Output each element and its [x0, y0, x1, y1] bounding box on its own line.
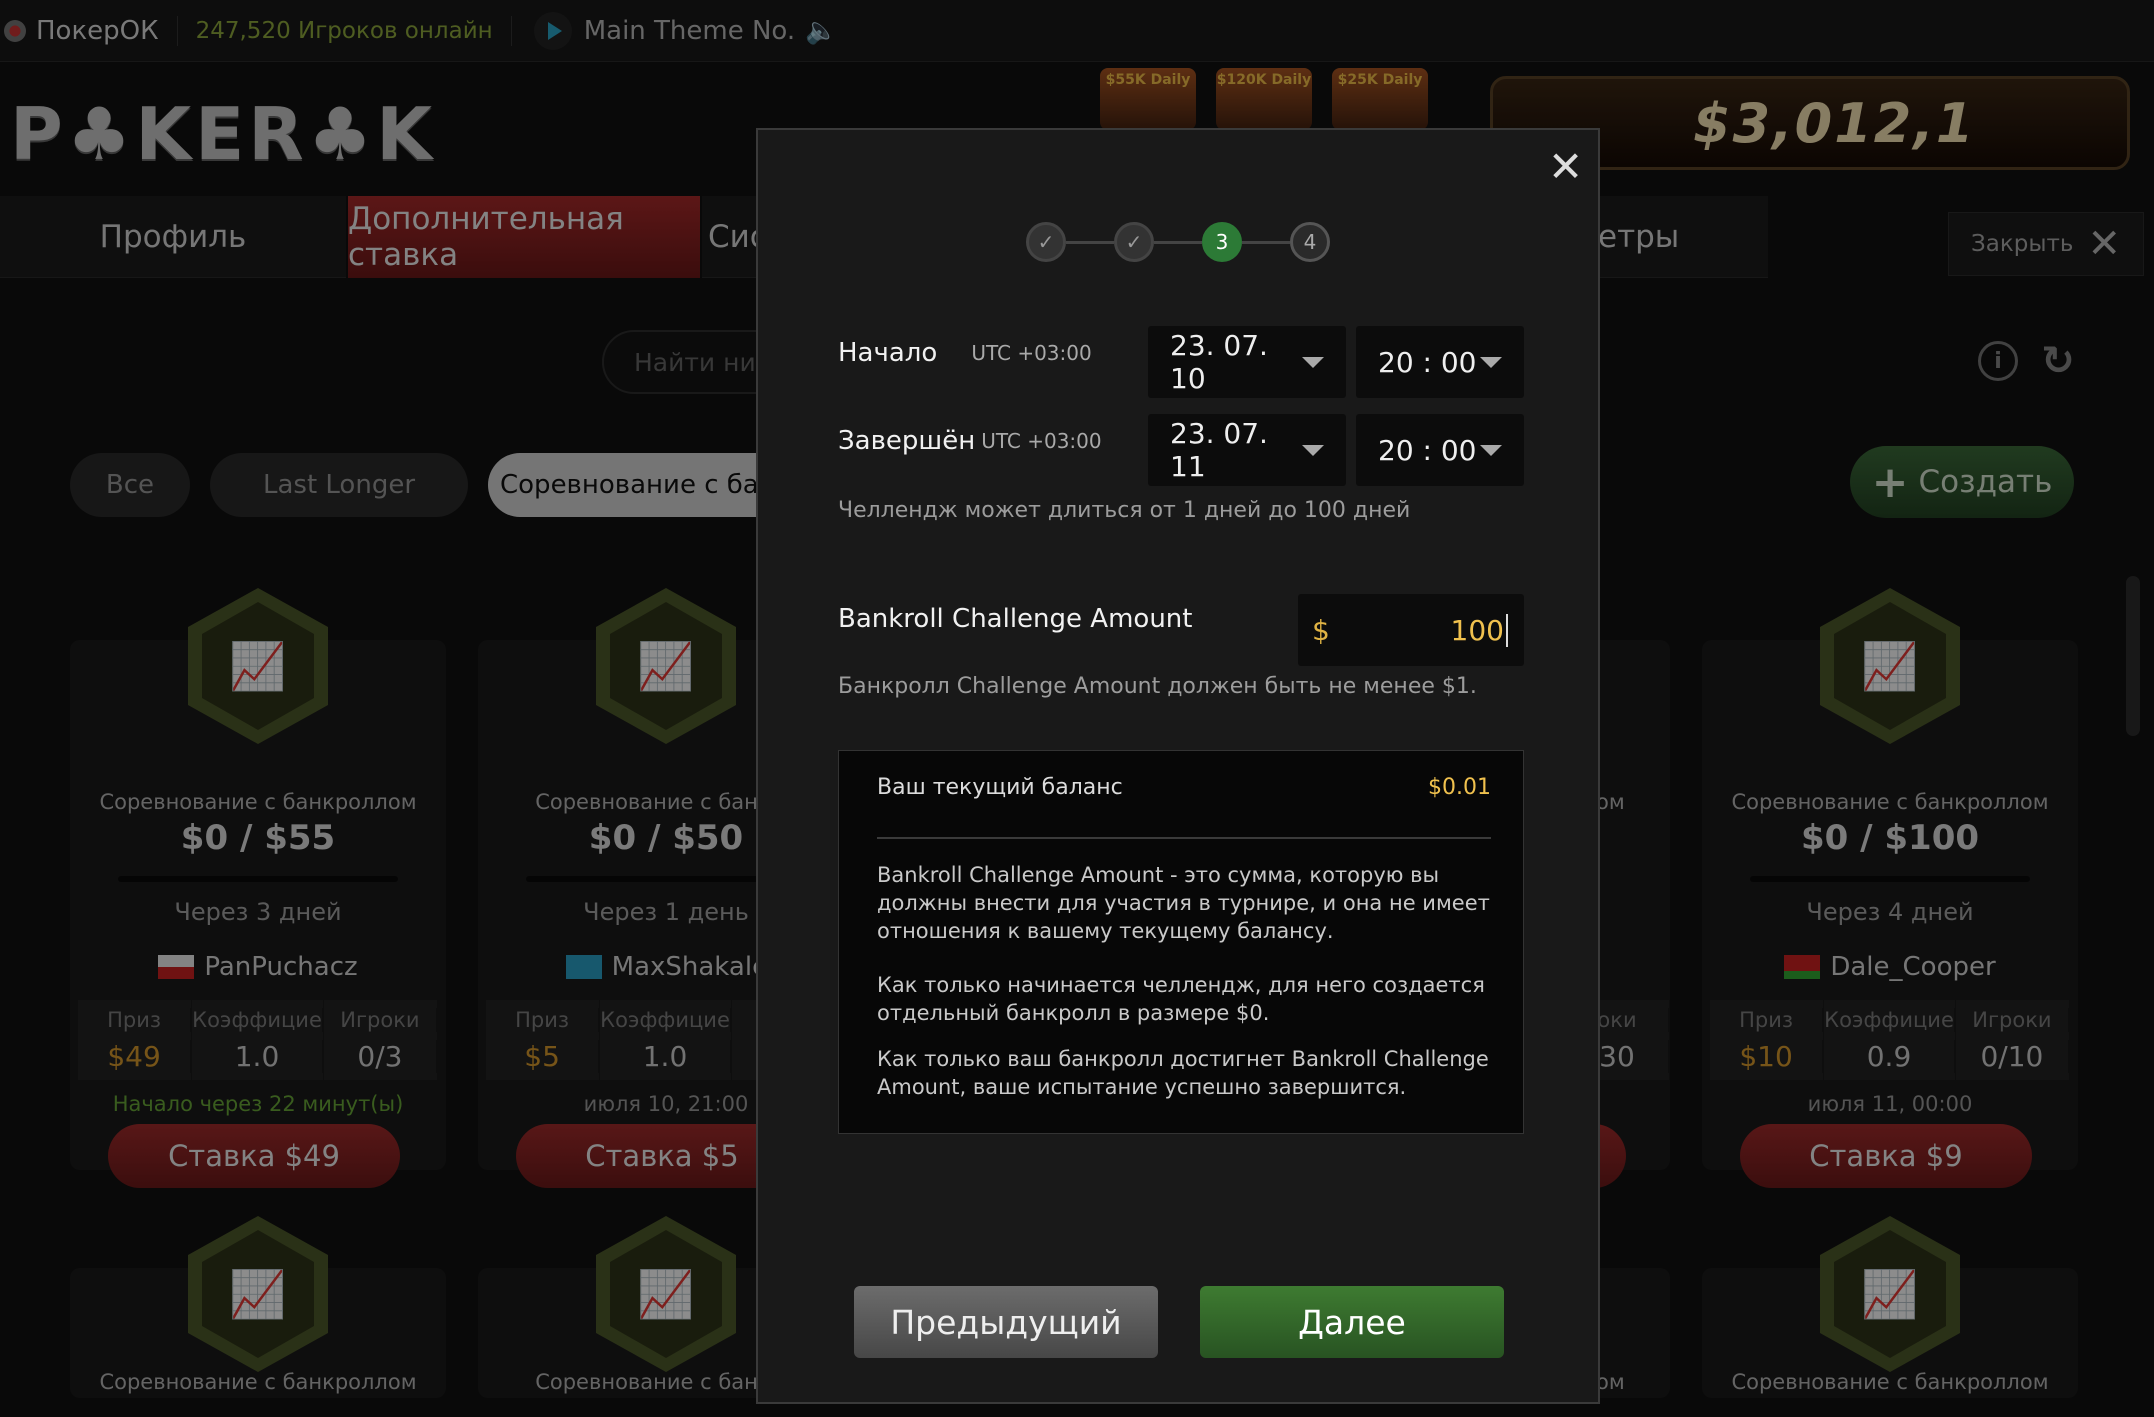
step-4: 4: [1290, 222, 1330, 262]
amount-row: Bankroll Challenge Amount: [838, 604, 1192, 634]
info-paragraph: Bankroll Challenge Amount - это сумма, к…: [877, 863, 1490, 943]
start-time-value: 20 : 00: [1378, 345, 1477, 379]
start-timezone: UTC +03:00: [971, 341, 1092, 365]
info-paragraph: Как только начинается челлендж, для него…: [877, 973, 1485, 1025]
amount-hint: Банкролл Challenge Amount должен быть не…: [838, 674, 1477, 699]
chevron-down-icon: [1480, 444, 1502, 456]
step-1: ✓: [1026, 222, 1066, 262]
balance-info-box: Ваш текущий баланс $0.01 Bankroll Challe…: [838, 750, 1524, 1134]
step-connector: [1154, 240, 1202, 244]
step-2: ✓: [1114, 222, 1154, 262]
modal-close-icon[interactable]: ✕: [1548, 142, 1583, 191]
chevron-down-icon: [1302, 444, 1324, 456]
end-time-value: 20 : 00: [1378, 433, 1477, 467]
start-row: Начало UTC +03:00: [838, 338, 1092, 368]
end-timezone: UTC +03:00: [981, 429, 1102, 453]
step-indicator: ✓ ✓ 3 4: [1026, 222, 1330, 262]
step-connector: [1066, 240, 1114, 244]
duration-hint: Челлендж может длиться от 1 дней до 100 …: [838, 498, 1411, 523]
create-challenge-modal: ✕ ✓ ✓ 3 4 Начало UTC +03:00 23. 07. 10 2…: [756, 128, 1600, 1404]
end-date-select[interactable]: 23. 07. 11: [1148, 414, 1346, 486]
start-time-select[interactable]: 20 : 00: [1356, 326, 1524, 398]
chevron-down-icon: [1302, 356, 1324, 368]
amount-input[interactable]: $ 100: [1298, 594, 1524, 666]
balance-value: $0.01: [1428, 775, 1491, 800]
previous-button[interactable]: Предыдущий: [854, 1286, 1158, 1358]
end-label: Завершён: [838, 426, 976, 456]
info-paragraph: Как только ваш банкролл достигнет Bankro…: [877, 1047, 1489, 1099]
start-date-select[interactable]: 23. 07. 10: [1148, 326, 1346, 398]
start-label: Начало: [838, 338, 938, 368]
start-date-value: 23. 07. 10: [1170, 329, 1268, 395]
step-3: 3: [1202, 222, 1242, 262]
amount-label: Bankroll Challenge Amount: [838, 604, 1193, 634]
chevron-down-icon: [1480, 356, 1502, 368]
balance-row: Ваш текущий баланс $0.01: [877, 775, 1491, 839]
next-button[interactable]: Далее: [1200, 1286, 1504, 1358]
end-date-value: 23. 07. 11: [1170, 417, 1268, 483]
amount-value: 100: [1451, 613, 1508, 647]
end-row: Завершён UTC +03:00: [838, 426, 1102, 456]
balance-label: Ваш текущий баланс: [877, 775, 1123, 800]
end-time-select[interactable]: 20 : 00: [1356, 414, 1524, 486]
step-connector: [1242, 240, 1290, 244]
currency-symbol: $: [1312, 613, 1330, 647]
